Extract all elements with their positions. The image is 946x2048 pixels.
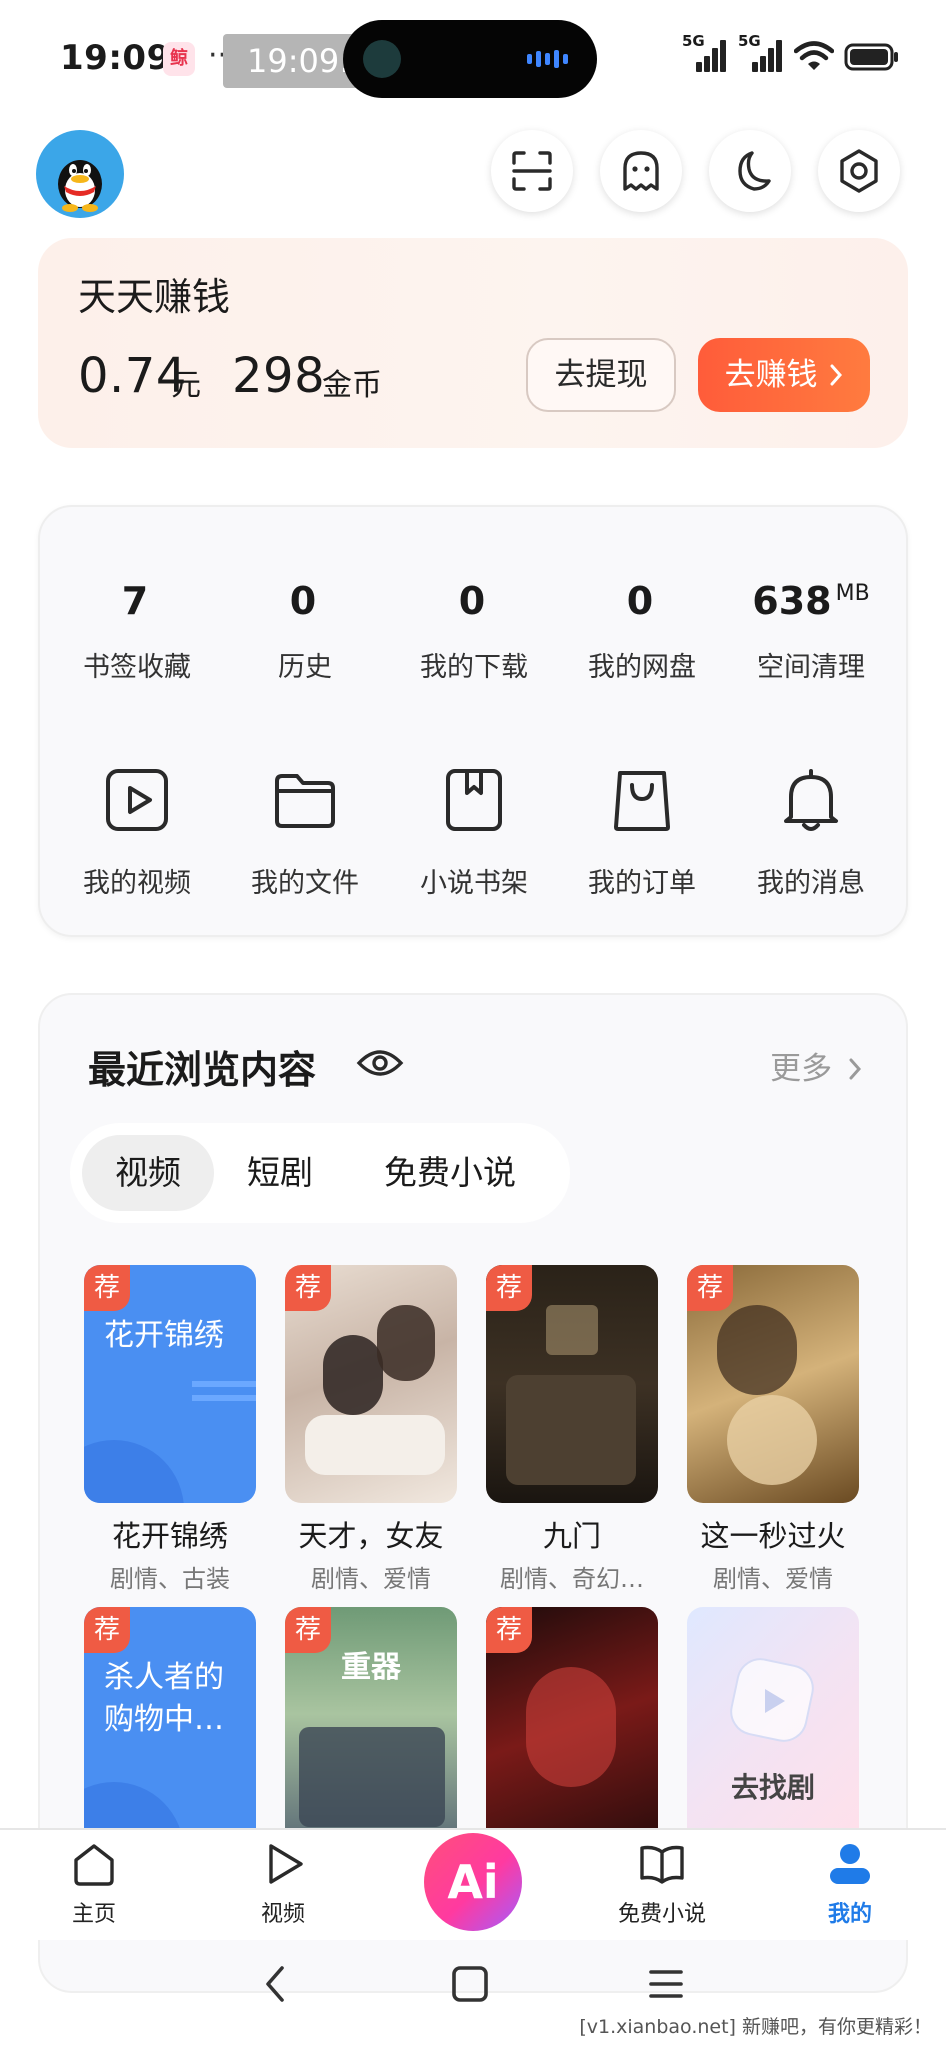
signal-5g-icon: 5G (738, 32, 784, 72)
bell-icon (784, 769, 838, 831)
recommend-badge: 荐 (486, 1265, 532, 1311)
tab-free-novel[interactable]: 免费小说 (352, 1135, 548, 1211)
nav-home[interactable]: 主页 (34, 1840, 154, 1928)
dynamic-island[interactable] (343, 20, 597, 98)
play-icon (269, 1844, 303, 1884)
status-bar: 19:09 鲸 ··· 19:09:59 5G 5G (0, 0, 946, 120)
shopping-bag-icon (614, 771, 670, 831)
find-drama-card[interactable]: 去找剧 (687, 1607, 859, 1845)
night-mode-button[interactable] (709, 130, 791, 212)
qq-penguin-icon (58, 160, 102, 212)
video-card[interactable]: 荐 (486, 1607, 658, 1845)
back-icon[interactable] (260, 1964, 290, 2004)
open-book-icon (640, 1845, 684, 1884)
poster: 荐 (486, 1265, 658, 1503)
folder-icon (275, 774, 335, 828)
earn-money-button[interactable]: 去赚钱 (698, 338, 870, 412)
tool-my-messages[interactable]: 我的消息 (726, 765, 896, 900)
tool-my-orders[interactable]: 我的订单 (557, 765, 727, 900)
poster: 去找剧 (687, 1607, 859, 1845)
video-card[interactable]: 花开锦绣 荐 花开锦绣 剧情、古装 (84, 1265, 256, 1594)
coins-unit: 金币 (322, 368, 382, 403)
nav-free-novel[interactable]: 免费小说 (602, 1840, 722, 1928)
play-box-icon (106, 769, 168, 831)
video-card[interactable]: 荐 九门 剧情、奇幻… (486, 1265, 658, 1594)
watermark: [v1.xianbao.net] 新赚吧，有你更精彩！ (579, 2016, 932, 2038)
tool-my-files[interactable]: 我的文件 (220, 765, 390, 900)
wifi-icon (794, 41, 834, 70)
stat-downloads[interactable]: 0 我的下载 (389, 567, 559, 684)
recommend-badge: 荐 (285, 1265, 331, 1311)
video-card[interactable]: 荐 这一秒过火 剧情、爱情 (687, 1265, 859, 1594)
scan-button[interactable] (491, 130, 573, 212)
recommend-badge: 荐 (84, 1607, 130, 1653)
recommend-badge: 荐 (84, 1265, 130, 1311)
bookmark-book-icon (446, 769, 502, 831)
stat-bookmarks[interactable]: 7 书签收藏 (52, 567, 222, 684)
incognito-button[interactable] (600, 130, 682, 212)
menu-icon[interactable] (646, 1964, 686, 2004)
recommend-badge: 荐 (285, 1607, 331, 1653)
video-card[interactable]: 杀人者的购物中… 荐 (84, 1607, 256, 1845)
avatar[interactable] (36, 130, 124, 218)
eye-icon[interactable] (356, 1047, 404, 1079)
recent-title: 最近浏览内容 (88, 1048, 317, 1092)
poster: 花开锦绣 荐 (84, 1265, 256, 1503)
withdraw-button[interactable]: 去提现 (526, 338, 676, 412)
poster: 重器 荐 (285, 1607, 457, 1845)
tool-novel-shelf[interactable]: 小说书架 (389, 765, 559, 900)
nav-mine[interactable]: 我的 (790, 1840, 910, 1928)
signal-5g-icon: 5G (682, 32, 728, 72)
earnings-card[interactable]: 天天赚钱 0.74 元 298 金币 去提现 去赚钱 (38, 238, 908, 448)
nav-video[interactable]: 视频 (223, 1840, 343, 1928)
tool-my-videos[interactable]: 我的视频 (52, 765, 222, 900)
scan-icon (512, 151, 552, 191)
my-stats-card: 7 书签收藏 0 历史 0 我的下载 0 我的网盘 638 MB 空间清理 我的视… (38, 505, 908, 937)
ai-assistant-button[interactable]: Ai (424, 1833, 522, 1931)
coins-balance: 298 (232, 348, 326, 404)
settings-button[interactable] (818, 130, 900, 212)
chevron-right-icon (830, 364, 843, 386)
video-card[interactable]: 重器 荐 (285, 1607, 457, 1845)
video-card[interactable]: 荐 天才，女友 剧情、爱情 (285, 1265, 457, 1594)
user-icon (830, 1844, 870, 1884)
recent-tabs: 视频 短剧 免费小说 (70, 1123, 570, 1223)
tab-short-drama[interactable]: 短剧 (220, 1135, 340, 1211)
status-time: 19:09 (60, 38, 171, 78)
recommend-badge: 荐 (486, 1607, 532, 1653)
notification-app-icon: 鲸 (163, 42, 195, 76)
stat-history[interactable]: 0 历史 (220, 567, 390, 684)
recommend-badge: 荐 (687, 1265, 733, 1311)
poster: 杀人者的购物中… 荐 (84, 1607, 256, 1845)
poster: 荐 (285, 1265, 457, 1503)
moon-icon (738, 151, 771, 191)
more-link[interactable]: 更多 (770, 1043, 862, 1088)
audio-wave-icon (527, 50, 571, 68)
status-icons: 5G 5G (682, 32, 900, 72)
tab-video[interactable]: 视频 (82, 1135, 214, 1211)
poster: 荐 (486, 1607, 658, 1845)
home-square-icon[interactable] (450, 1964, 490, 2004)
earn-money-label: 去赚钱 (724, 357, 818, 393)
stat-cloud-drive[interactable]: 0 我的网盘 (557, 567, 727, 684)
play-icon (765, 1689, 785, 1713)
chevron-right-icon (849, 1058, 862, 1080)
home-icon (74, 1844, 114, 1886)
stat-space-cleanup[interactable]: 638 MB 空间清理 (726, 567, 896, 684)
cash-unit: 元 (171, 368, 201, 403)
poster: 荐 (687, 1265, 859, 1503)
settings-hexagon-icon (840, 149, 878, 193)
ghost-icon (623, 151, 659, 191)
earnings-title: 天天赚钱 (78, 275, 231, 319)
media-thumbnail (363, 40, 401, 78)
battery-icon (844, 43, 898, 71)
